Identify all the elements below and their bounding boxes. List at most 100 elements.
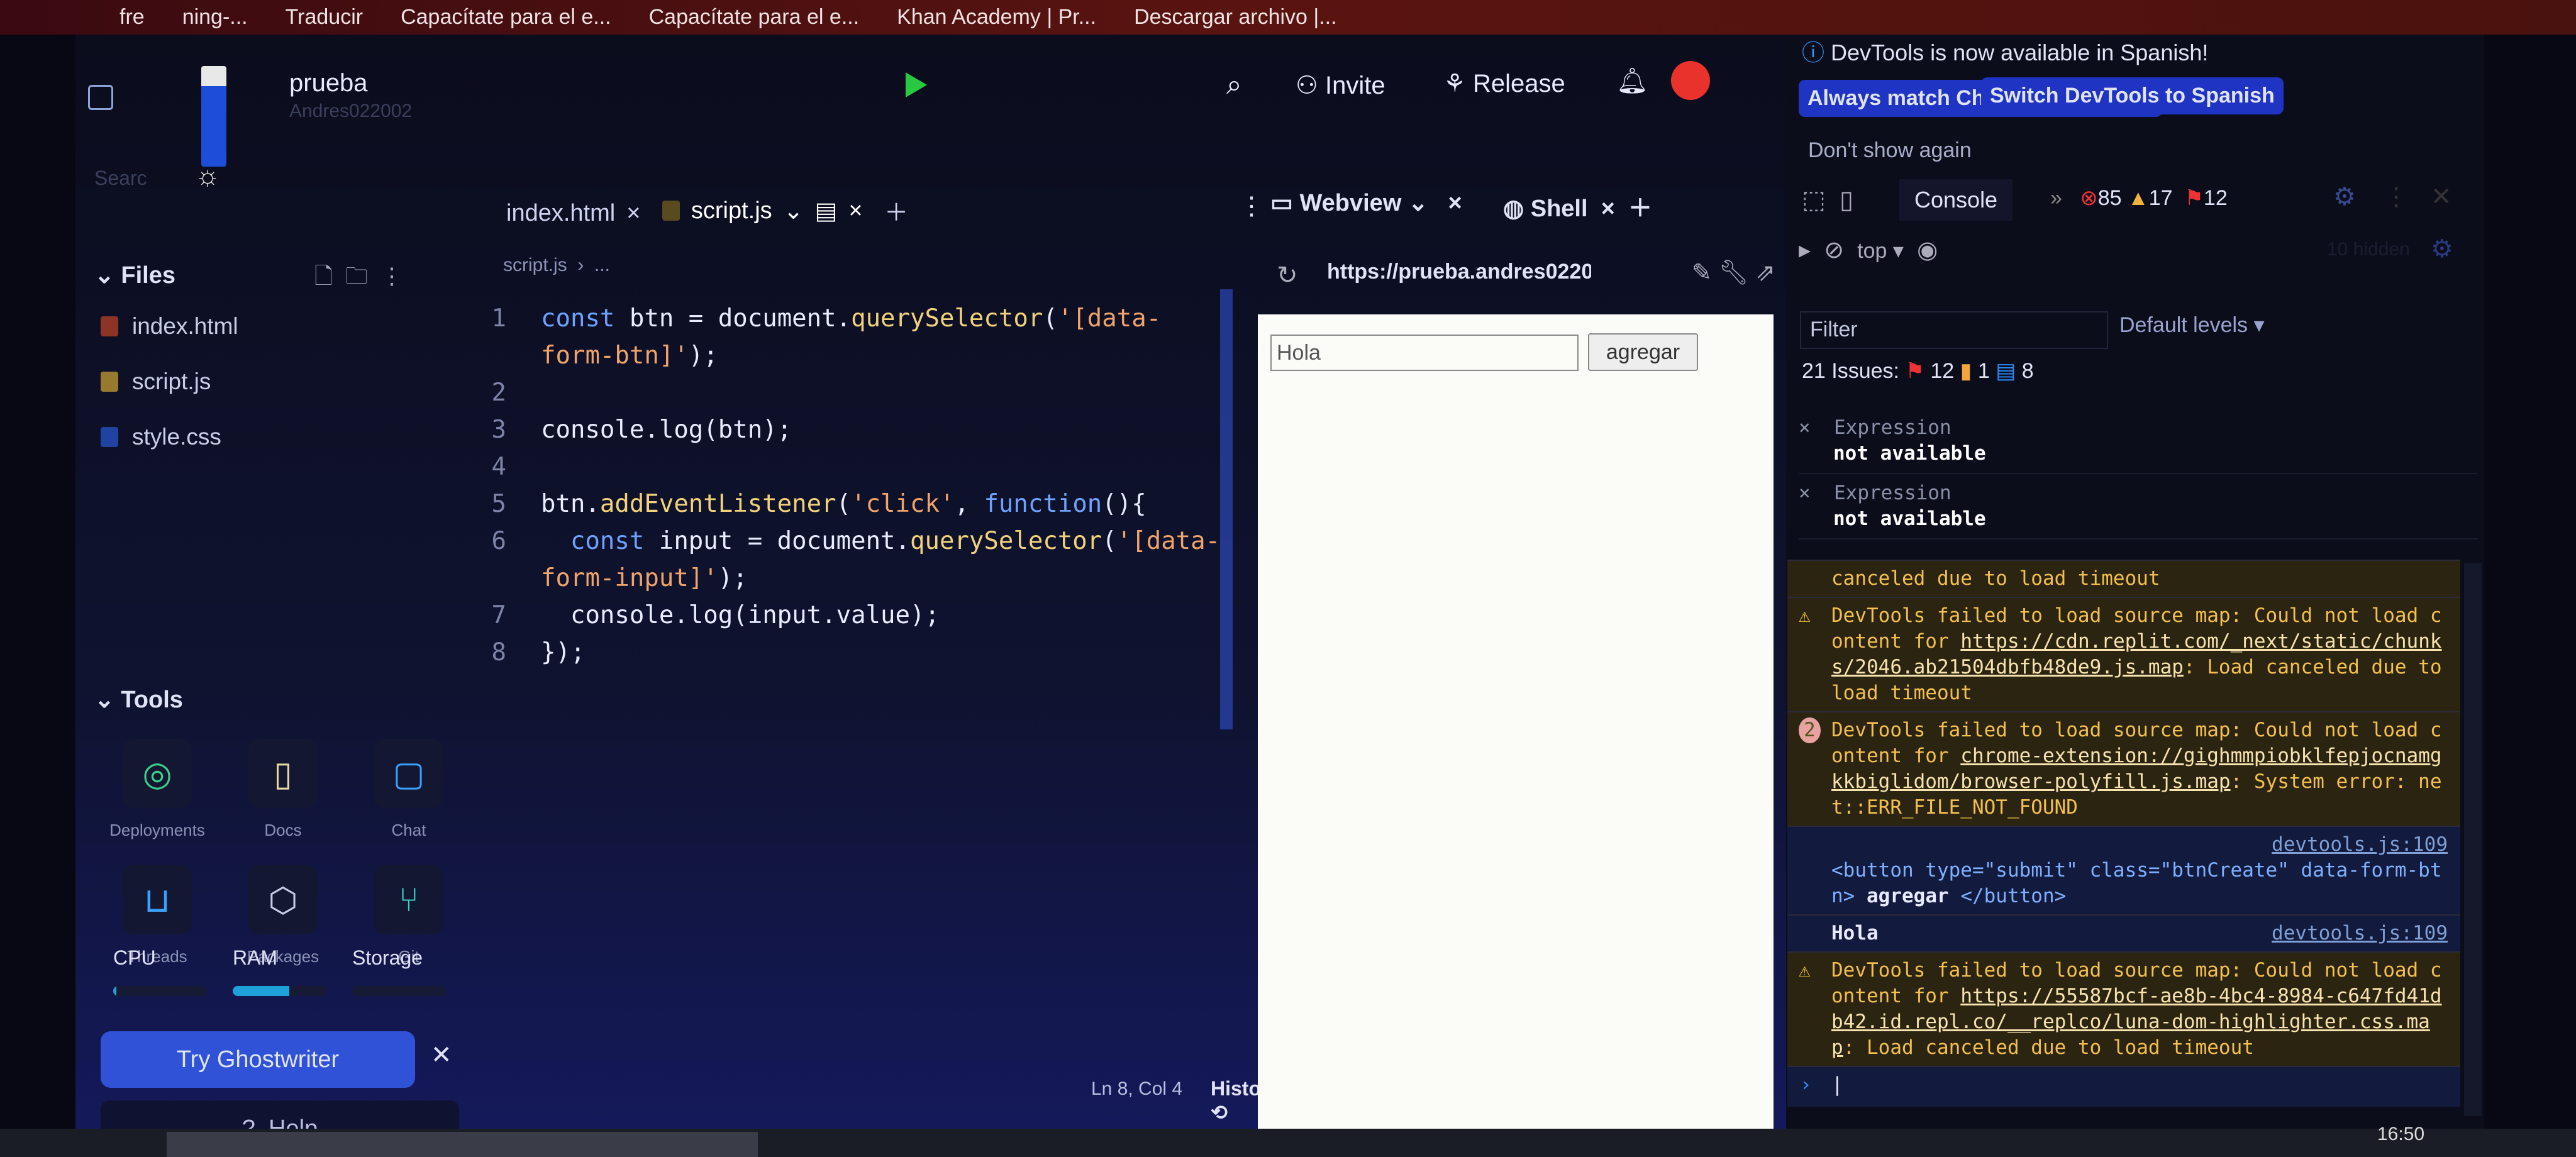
code-token: const [541,304,630,333]
code-token: form-input]' [541,564,718,592]
context-select[interactable]: top ▾ [1857,239,1904,263]
agregar-button[interactable]: agregar [1588,333,1698,371]
clear-icon[interactable]: ⊘ [1824,237,1844,263]
resource-usage[interactable]: CPU RAM Storage [113,946,465,996]
more-icon[interactable]: ⋮ [2384,182,2409,211]
code-token: ( [1102,527,1117,555]
breadcrumb: script.js › ... [503,255,611,275]
issue-count: 12 [2203,186,2228,210]
reload-icon[interactable]: ↻ [1277,261,1298,290]
counts[interactable]: » ⊗85 ▲17 ⚑12 [2050,185,2228,211]
file-item[interactable]: style.css [101,409,453,465]
tool-chat[interactable]: ▢ Chat [346,739,472,840]
new-tab-button[interactable]: ＋ [884,193,908,228]
line-number: 2 [491,379,506,407]
bookmark[interactable]: Descargar archivo |... [1134,5,1337,30]
code-line: const input = document.querySelector('[d… [541,523,1220,560]
edit-icon[interactable]: ✎ [1692,260,1712,286]
close-icon[interactable]: × [1799,416,1811,439]
console-message: ⚠ DevTools failed to load source map: Cou… [1787,597,2460,711]
code-line: form-btn]'); [541,337,718,374]
more-icon[interactable]: ⋮ [380,263,403,289]
bell-icon[interactable]: 🔔︎ [1616,66,1648,96]
close-icon[interactable]: ✕ [2431,182,2452,211]
run-button[interactable] [906,72,927,97]
editor-tabs: index.html × script.js ⌄ ▤ × ＋ [506,193,927,228]
code-area[interactable]: 1 const btn = document.querySelector('[da… [475,300,1230,740]
code-line: btn.addEventListener('click', function()… [541,485,1146,523]
new-file-icon[interactable]: 🗋︎ [314,263,333,289]
bookmark[interactable]: Capacítate para el e... [649,5,860,30]
taskbar-search[interactable] [167,1132,758,1157]
file-item[interactable]: script.js [101,354,453,409]
new-folder-icon[interactable]: 🗀︎ [345,263,368,289]
switch-spanish-button[interactable]: Switch DevTools to Spanish [1981,77,2284,114]
tools-header[interactable]: ⌄ Tools [94,685,183,714]
avatar[interactable] [1671,61,1710,100]
ghostwriter-label: Try Ghostwriter [176,1046,340,1073]
bookmark[interactable]: ning-... [182,5,248,30]
issues-orange-count: 1 [1977,359,1990,383]
scrollbar[interactable] [201,66,226,167]
tool-docs[interactable]: ▯ Docs [220,739,346,840]
device-icon[interactable]: ▯ [1840,186,1853,214]
close-icon[interactable]: × [626,200,640,227]
line-number: 3 [491,416,506,444]
notice-text: DevTools is now available in Spanish! [1831,40,2209,65]
file-item[interactable]: index.html [101,299,453,354]
close-icon[interactable]: × [1799,482,1811,504]
warning-icon: ▲ [2128,186,2149,210]
close-icon[interactable]: ✕ [431,1041,452,1070]
tab-index-html[interactable]: index.html × [506,200,640,227]
code-token: btn = document. [629,304,852,333]
code-token: querySelector [851,304,1043,333]
filter-input[interactable]: Filter [1800,311,2108,349]
close-icon[interactable]: × [848,197,862,224]
shell-tab[interactable]: ◍ Shell × ＋ [1503,189,1652,223]
settings-icon[interactable]: ⚙ [2333,182,2356,211]
webview-tab[interactable]: ▭ Webview ⌄ × [1270,189,1462,217]
editor-scrollbar[interactable] [1220,289,1233,729]
dont-show-again-link[interactable]: Don't show again [1808,138,1972,163]
line-number: 1 [491,304,506,333]
bookmark[interactable]: Khan Academy | Pr... [897,5,1096,30]
text-input[interactable]: Hola [1270,335,1579,371]
console-scrollbar[interactable] [2464,563,2482,1116]
open-external-icon[interactable]: ⇗ [1755,260,1775,286]
bookmark[interactable]: Traducir [286,5,363,30]
tool-deployments[interactable]: ◎ Deployments [94,739,220,840]
expression-label[interactable]: × Expression [1799,480,2478,506]
console-settings-icon[interactable]: ⚙ [2431,235,2453,263]
console-message: devtools.js:109 Hola [1787,914,2460,951]
split-icon[interactable]: ▤ [815,197,838,225]
console-prompt[interactable]: › | [1787,1066,2460,1107]
issues-bar[interactable]: 21 Issues: ⚑ 12 ▮ 1 ▤ 8 [1802,358,2034,384]
source-link[interactable]: devtools.js:109 [2272,921,2448,946]
levels-label: Default levels [2119,313,2248,337]
inspect-icon[interactable]: ⬚ [1802,186,1826,214]
console-tab[interactable]: Console [1899,179,2013,221]
sidebar-toggle-icon[interactable] [88,85,113,110]
files-header[interactable]: ⌄ Files [94,261,175,289]
wrench-icon[interactable]: 🔧︎ [1718,260,1748,286]
levels-select[interactable]: Default levels ▾ [2119,313,2265,338]
eye-icon[interactable]: ◉ [1917,237,1938,263]
expression-label[interactable]: × Expression [1799,415,2478,441]
issue-red-icon: ⚑ [1905,359,1924,383]
expression-name: Expression [1834,482,1951,504]
resource-bar [233,986,327,996]
sidebar-icon[interactable]: ▸ [1799,237,1811,263]
search-icon[interactable]: ⌕ [1226,69,1242,101]
resource-label: CPU [113,946,156,969]
invite-button[interactable]: ⚇ Invite [1296,71,1385,100]
bookmark[interactable]: Capacítate para el e... [401,5,611,30]
bookmark[interactable]: fre [119,5,145,30]
file-name: script.js [132,368,211,394]
release-button[interactable]: ⚘ Release [1443,69,1565,98]
tab-script-js[interactable]: script.js ⌄ ▤ × [662,197,863,225]
url-field[interactable]: https://prueba.andres0220 [1327,260,1591,284]
source-link[interactable]: devtools.js:109 [2272,832,2448,858]
try-ghostwriter-button[interactable]: Try Ghostwriter [101,1031,415,1088]
project-name[interactable]: prueba [289,69,368,97]
message-text: Hola [1831,922,1879,944]
